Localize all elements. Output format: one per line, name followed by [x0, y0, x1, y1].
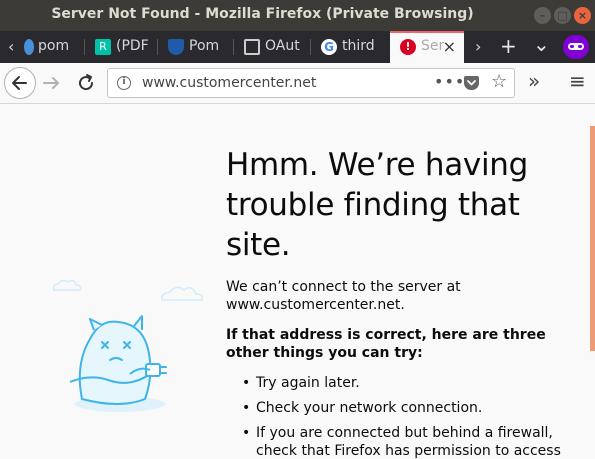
- tab-pom[interactable]: pom: [20, 31, 85, 63]
- sad-monster-illustration: [52, 279, 204, 412]
- tab-oauth[interactable]: OAut: [234, 31, 311, 63]
- error-page: Hmm. We’re having trouble finding that s…: [0, 104, 595, 459]
- suggestion-item: Try again later.: [242, 374, 562, 392]
- site-info-icon[interactable]: i: [117, 76, 131, 90]
- url-bar[interactable]: i www.customercenter.net ••• ☆: [107, 68, 515, 98]
- close-window-button[interactable]: ×: [574, 7, 591, 24]
- google-icon: G: [321, 39, 337, 55]
- page-actions-button[interactable]: •••: [434, 72, 465, 91]
- reload-button[interactable]: [74, 71, 98, 95]
- private-browsing-icon: [563, 35, 589, 59]
- back-arrow-icon: [12, 76, 27, 90]
- suggestions-list: Try again later. Check your network conn…: [242, 374, 562, 459]
- tab-pom-2[interactable]: Pom: [158, 31, 234, 63]
- tab-third[interactable]: G third: [311, 31, 390, 63]
- tab-server-not-found[interactable]: ! Ser ×: [390, 31, 464, 63]
- suggestion-item: Check your network connection.: [242, 399, 562, 417]
- window-title: Server Not Found - Mozilla Firefox (Priv…: [51, 6, 474, 22]
- tab-pdf[interactable]: R (PDF: [85, 31, 158, 63]
- forward-button[interactable]: [40, 71, 64, 95]
- maximize-button[interactable]: □: [554, 7, 571, 24]
- bookmark-star-icon[interactable]: ☆: [491, 71, 507, 92]
- window-titlebar: Server Not Found - Mozilla Firefox (Priv…: [0, 0, 595, 31]
- suggestion-item: If you are connected but behind a firewa…: [242, 424, 562, 459]
- minimize-button[interactable]: –: [534, 7, 551, 24]
- error-heading: Hmm. We’re having trouble finding that s…: [226, 147, 528, 263]
- overflow-menu-button[interactable]: »: [528, 69, 540, 93]
- close-tab-icon[interactable]: ×: [443, 37, 456, 56]
- scroll-tabs-right-button[interactable]: ›: [475, 37, 481, 56]
- back-button[interactable]: [4, 67, 36, 99]
- researchgate-icon: R: [95, 39, 111, 55]
- pocket-icon[interactable]: [464, 76, 479, 90]
- navigation-toolbar: i www.customercenter.net ••• ☆ » ≡: [0, 63, 595, 104]
- list-all-tabs-button[interactable]: ⌄: [533, 32, 550, 56]
- shield-icon: [168, 39, 184, 55]
- hamburger-menu-button[interactable]: ≡: [569, 69, 586, 93]
- new-tab-button[interactable]: +: [500, 34, 517, 58]
- chrome-icon: [24, 39, 34, 55]
- error-description: We can’t connect to the server at www.cu…: [226, 279, 461, 313]
- suggestions-heading: If that address is correct, here are thr…: [226, 327, 546, 361]
- scroll-tabs-left-button[interactable]: ‹: [8, 37, 14, 56]
- tab-strip: ‹ pom R (PDF Pom OAut G third ! Ser × › …: [0, 31, 595, 63]
- url-text[interactable]: www.customercenter.net: [142, 75, 316, 91]
- error-icon: !: [400, 39, 416, 55]
- scrollbar[interactable]: [590, 126, 595, 351]
- book-icon: [244, 39, 260, 55]
